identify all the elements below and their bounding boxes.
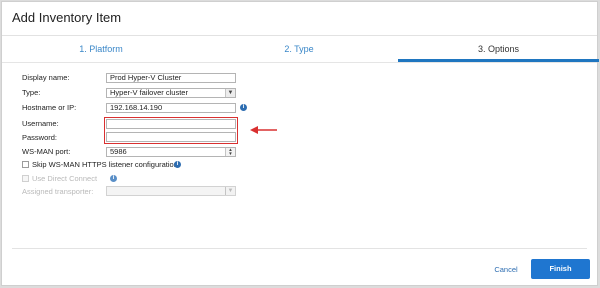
transporter-label: Assigned transporter: bbox=[22, 187, 94, 196]
wsman-port-label: WS-MAN port: bbox=[22, 147, 71, 156]
direct-connect-checkbox[interactable] bbox=[22, 175, 29, 182]
finish-button[interactable]: Finish bbox=[531, 259, 590, 279]
skip-https-checkbox[interactable] bbox=[22, 161, 29, 168]
type-select-value: Hyper-V failover cluster bbox=[110, 88, 188, 97]
skip-https-label: Skip WS-MAN HTTPS listener configuration bbox=[32, 160, 178, 169]
red-arrow-icon bbox=[250, 126, 277, 134]
display-name-label: Display name: bbox=[22, 73, 70, 82]
steps-divider bbox=[2, 62, 597, 63]
wsman-port-field[interactable]: 5986 ▲ ▼ bbox=[106, 147, 236, 157]
wsman-port-value: 5986 bbox=[110, 147, 127, 156]
hostname-field[interactable]: 192.168.14.190 bbox=[106, 103, 236, 113]
hostname-label: Hostname or IP: bbox=[22, 103, 77, 112]
footer-divider bbox=[12, 248, 587, 249]
highlight-box bbox=[104, 117, 238, 144]
password-label: Password: bbox=[22, 133, 58, 142]
transporter-select[interactable]: ▼ bbox=[106, 186, 236, 196]
step-type[interactable]: 2. Type bbox=[200, 36, 398, 62]
type-select[interactable]: Hyper-V failover cluster ▼ bbox=[106, 88, 236, 98]
display-name-field[interactable]: Prod Hyper-V Cluster bbox=[106, 73, 236, 83]
chevron-down-icon[interactable]: ▼ bbox=[225, 89, 235, 97]
add-inventory-dialog: Add Inventory Item 1. Platform 2. Type 3… bbox=[1, 1, 599, 286]
cancel-button[interactable]: Cancel bbox=[488, 264, 524, 276]
type-label: Type: bbox=[22, 88, 41, 97]
step-platform[interactable]: 1. Platform bbox=[2, 36, 200, 62]
info-icon[interactable]: i bbox=[240, 104, 247, 111]
dialog-title: Add Inventory Item bbox=[12, 10, 122, 25]
direct-connect-label: Use Direct Connect bbox=[32, 174, 98, 183]
port-stepper-icon[interactable]: ▲ ▼ bbox=[225, 148, 235, 156]
info-icon[interactable]: i bbox=[174, 161, 181, 168]
username-label: Username: bbox=[22, 119, 59, 128]
chevron-down-icon[interactable]: ▼ bbox=[225, 187, 235, 195]
info-icon[interactable]: i bbox=[110, 175, 117, 182]
